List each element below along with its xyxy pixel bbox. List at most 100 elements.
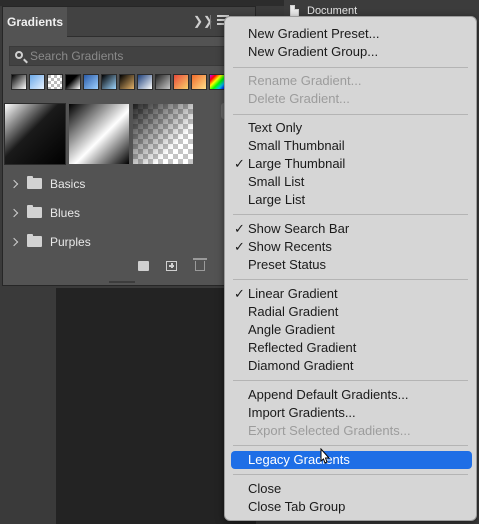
menu-item-label: Import Gradients...	[248, 405, 356, 420]
search-bar	[9, 46, 253, 66]
chevron-right-icon[interactable]	[9, 179, 19, 188]
menu-item-label: Append Default Gradients...	[248, 387, 409, 402]
gradient-thumbnail[interactable]	[133, 104, 193, 164]
menu-item-label: Text Only	[248, 120, 303, 135]
recent-gradients	[11, 74, 243, 90]
chevron-right-icon[interactable]	[9, 237, 19, 246]
menu-item-label: Close	[248, 481, 282, 496]
gradient-thumbnail[interactable]	[4, 103, 66, 165]
recent-swatch[interactable]	[173, 74, 189, 90]
mouse-pointer-icon	[320, 448, 331, 464]
menu-separator	[233, 279, 468, 280]
folder-label: Basics	[50, 176, 86, 191]
menu-item-delete-gradient: Delete Gradient...	[225, 90, 476, 108]
menu-item-label: Show Recents	[248, 239, 332, 254]
menu-item-label: Rename Gradient...	[248, 73, 362, 88]
menu-item-rename-gradient: Rename Gradient...	[225, 72, 476, 90]
menu-item-large-list[interactable]: Large List	[225, 191, 476, 209]
new-group-folder-icon[interactable]	[138, 261, 149, 271]
menu-item-angle-gradient[interactable]: Angle Gradient	[225, 321, 476, 339]
recent-swatch[interactable]	[191, 74, 207, 90]
menu-separator	[233, 67, 468, 68]
menu-separator	[233, 445, 468, 446]
menu-item-show-search-bar[interactable]: ✓ Show Search Bar	[225, 220, 476, 238]
menu-separator	[233, 114, 468, 115]
recent-swatch[interactable]	[119, 74, 135, 90]
search-input[interactable]	[28, 47, 252, 65]
menu-item-export-selected-gradients: Export Selected Gradients...	[225, 422, 476, 440]
menu-item-label: Diamond Gradient	[248, 358, 354, 373]
menu-item-new-gradient-group[interactable]: New Gradient Group...	[225, 43, 476, 61]
new-gradient-icon[interactable]	[166, 261, 177, 271]
panel-header: Gradients ❯❯	[3, 7, 255, 37]
gradients-panel: Gradients ❯❯ Basics	[2, 6, 256, 286]
panel-tab-gradients[interactable]: Gradients	[3, 7, 67, 37]
recent-swatch[interactable]	[29, 74, 45, 90]
recent-swatch[interactable]	[209, 74, 225, 90]
menu-item-label: Linear Gradient	[248, 286, 338, 301]
menu-item-label: Export Selected Gradients...	[248, 423, 411, 438]
menu-item-legacy-gradients[interactable]: Legacy Gradients	[231, 451, 472, 469]
menu-item-label: Small List	[248, 174, 305, 189]
menu-item-label: Large List	[248, 192, 306, 207]
panel-flyout-menu: New Gradient Preset... New Gradient Grou…	[224, 16, 477, 521]
checkmark-icon: ✓	[234, 221, 245, 236]
recent-swatch[interactable]	[101, 74, 117, 90]
menu-item-small-list[interactable]: Small List	[225, 173, 476, 191]
gradient-folders: Basics Blues Purples	[3, 169, 255, 256]
menu-item-label: New Gradient Preset...	[248, 26, 380, 41]
menu-separator	[233, 380, 468, 381]
menu-item-large-thumbnail[interactable]: ✓ Large Thumbnail	[225, 155, 476, 173]
chevron-right-icon[interactable]	[9, 208, 19, 217]
menu-item-reflected-gradient[interactable]: Reflected Gradient	[225, 339, 476, 357]
menu-item-close[interactable]: Close	[225, 480, 476, 498]
menu-item-label: Reflected Gradient	[248, 340, 357, 355]
menu-item-show-recents[interactable]: ✓ Show Recents	[225, 238, 476, 256]
trash-icon[interactable]	[193, 258, 207, 271]
recent-swatch[interactable]	[155, 74, 171, 90]
folder-label: Blues	[50, 205, 81, 220]
folder-item[interactable]: Blues	[3, 198, 255, 227]
menu-item-label: Small Thumbnail	[248, 138, 345, 153]
recent-swatch[interactable]	[65, 74, 81, 90]
recent-swatch[interactable]	[11, 74, 27, 90]
menu-item-text-only[interactable]: Text Only	[225, 119, 476, 137]
folder-label: Purples	[50, 234, 91, 249]
menu-item-label: Large Thumbnail	[248, 156, 346, 171]
checkmark-icon: ✓	[234, 156, 245, 171]
recent-swatch[interactable]	[83, 74, 99, 90]
menu-item-import-gradients[interactable]: Import Gradients...	[225, 404, 476, 422]
gradient-thumbnail[interactable]	[69, 104, 129, 164]
checkmark-icon: ✓	[234, 239, 245, 254]
menu-item-radial-gradient[interactable]: Radial Gradient	[225, 303, 476, 321]
header-divider	[210, 15, 211, 29]
menu-item-diamond-gradient[interactable]: Diamond Gradient	[225, 357, 476, 375]
folder-item[interactable]: Basics	[3, 169, 255, 198]
menu-item-small-thumbnail[interactable]: Small Thumbnail	[225, 137, 476, 155]
menu-item-append-default-gradients[interactable]: Append Default Gradients...	[225, 386, 476, 404]
menu-item-label: Angle Gradient	[248, 322, 335, 337]
menu-item-label: Legacy Gradients	[248, 452, 350, 467]
menu-item-new-gradient-preset[interactable]: New Gradient Preset...	[225, 25, 476, 43]
checkmark-icon: ✓	[234, 286, 245, 301]
search-icon	[15, 51, 23, 59]
menu-item-linear-gradient[interactable]: ✓ Linear Gradient	[225, 285, 476, 303]
recent-swatch[interactable]	[47, 74, 63, 90]
menu-item-preset-status[interactable]: Preset Status	[225, 256, 476, 274]
folder-icon	[27, 176, 42, 189]
folder-icon	[27, 234, 42, 247]
panel-footer	[3, 255, 255, 277]
menu-item-label: New Gradient Group...	[248, 44, 379, 59]
menu-item-close-tab-group[interactable]: Close Tab Group	[225, 498, 476, 516]
recent-swatch[interactable]	[137, 74, 153, 90]
menu-item-label: Delete Gradient...	[248, 91, 350, 106]
menu-item-label: Close Tab Group	[248, 499, 346, 514]
menu-item-label: Radial Gradient	[248, 304, 339, 319]
menu-separator	[233, 214, 468, 215]
menu-item-label: Show Search Bar	[248, 221, 350, 236]
menu-item-label: Preset Status	[248, 257, 327, 272]
folder-item[interactable]: Purples	[3, 227, 255, 256]
panel-resize-grip[interactable]	[109, 281, 135, 283]
folder-icon	[27, 205, 42, 218]
gradient-thumbnails	[4, 103, 193, 165]
